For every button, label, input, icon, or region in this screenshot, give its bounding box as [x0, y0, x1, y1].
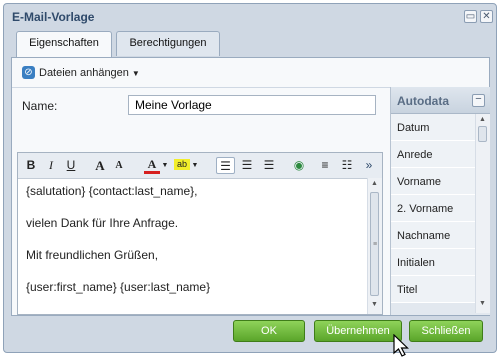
chevron-down-icon[interactable]: ▼	[191, 157, 199, 174]
scroll-down-icon[interactable]: ▼	[371, 301, 378, 308]
tab-berechtigungen[interactable]: Berechtigungen	[116, 31, 220, 56]
name-label: Name:	[22, 99, 58, 113]
grip-icon: ≡	[373, 241, 378, 248]
underline-button[interactable]: U	[64, 157, 78, 174]
content-line: vielen Dank für Ihre Anfrage.	[26, 216, 179, 230]
autodata-header: Autodata −	[391, 87, 490, 114]
more-tools-button[interactable]: »	[362, 157, 376, 174]
template-form: Name: B I U A A A ▼ ab ▼ ☰ ☰ ☰ ◉	[12, 88, 384, 315]
title-bar[interactable]: E-Mail-Vorlage ▭ ✕	[4, 4, 496, 30]
bold-button[interactable]: B	[24, 157, 38, 174]
autodata-item[interactable]: Datum	[391, 114, 475, 141]
window-title: E-Mail-Vorlage	[12, 10, 95, 24]
autodata-item[interactable]: Titel	[391, 276, 475, 303]
properties-panel: ⊘ Dateien anhängen▼ Name: B I U A A A ▼ …	[11, 57, 490, 316]
autodata-item[interactable]: Vorname	[391, 168, 475, 195]
content-line: {user:first_name} {user:last_name}	[26, 280, 211, 294]
attachment-toolbar: ⊘ Dateien anhängen ▼	[12, 58, 489, 88]
scroll-thumb[interactable]	[478, 126, 487, 142]
align-right-icon[interactable]: ☰	[260, 157, 278, 174]
italic-button[interactable]: I	[44, 157, 58, 174]
autodata-scrollbar[interactable]: ▲ ▼	[475, 114, 490, 313]
autodata-item[interactable]: Nachname	[391, 222, 475, 249]
paperclip-icon[interactable]: ⊘	[22, 66, 35, 79]
content-line: {salutation} {contact:last_name},	[26, 184, 198, 198]
restore-icon[interactable]: ▭	[464, 10, 477, 23]
insert-image-icon[interactable]: ◉	[290, 157, 308, 174]
font-size-decrease-button[interactable]: A	[112, 157, 126, 174]
scroll-up-icon[interactable]: ▲	[371, 180, 378, 187]
autodata-item[interactable]: Initialen	[391, 249, 475, 276]
scroll-down-icon[interactable]: ▼	[479, 300, 486, 307]
mouse-pointer-icon	[393, 334, 409, 357]
scroll-thumb[interactable]: ≡	[370, 192, 379, 296]
rich-text-editor: B I U A A A ▼ ab ▼ ☰ ☰ ☰ ◉ ≡ ☷ » {saluta…	[17, 152, 383, 315]
tab-eigenschaften[interactable]: Eigenschaften	[16, 31, 112, 57]
name-input[interactable]	[128, 95, 376, 115]
ok-button[interactable]: OK	[233, 320, 305, 342]
editor-toolbar: B I U A A A ▼ ab ▼ ☰ ☰ ☰ ◉ ≡ ☷ »	[18, 153, 382, 179]
form-spacer	[12, 122, 384, 152]
autodata-title: Autodata	[397, 94, 449, 108]
close-button[interactable]: Schließen	[409, 320, 483, 342]
autodata-list: Datum Anrede Vorname 2. Vorname Nachname…	[391, 114, 475, 303]
chevron-down-icon[interactable]: ▼	[161, 157, 169, 174]
editor-content[interactable]: {salutation} {contact:last_name}, vielen…	[18, 178, 368, 314]
editor-scrollbar[interactable]: ▲ ≡ ▼	[367, 178, 382, 314]
numbered-list-icon[interactable]: ≡	[316, 157, 334, 174]
autodata-panel: Autodata − Datum Anrede Vorname 2. Vorna…	[390, 87, 490, 315]
content-line: Mit freundlichen Grüßen,	[26, 248, 159, 262]
close-icon[interactable]: ✕	[480, 10, 493, 23]
scroll-up-icon[interactable]: ▲	[479, 116, 486, 123]
font-color-button[interactable]: A	[144, 157, 160, 174]
bullet-list-icon[interactable]: ☷	[338, 157, 356, 174]
autodata-item[interactable]: Anrede	[391, 141, 475, 168]
apply-button[interactable]: Übernehmen	[314, 320, 402, 342]
email-template-dialog: E-Mail-Vorlage ▭ ✕ Eigenschaften Berecht…	[3, 3, 497, 353]
align-center-icon[interactable]: ☰	[238, 157, 256, 174]
font-size-increase-button[interactable]: A	[92, 157, 108, 174]
highlight-color-button[interactable]: ab	[174, 159, 190, 170]
chevron-down-icon: ▼	[131, 69, 140, 78]
autodata-item[interactable]: 2. Vorname	[391, 195, 475, 222]
collapse-icon[interactable]: −	[472, 94, 485, 107]
align-left-icon[interactable]: ☰	[216, 157, 235, 174]
attach-files-button[interactable]: Dateien anhängen ▼	[39, 67, 140, 79]
